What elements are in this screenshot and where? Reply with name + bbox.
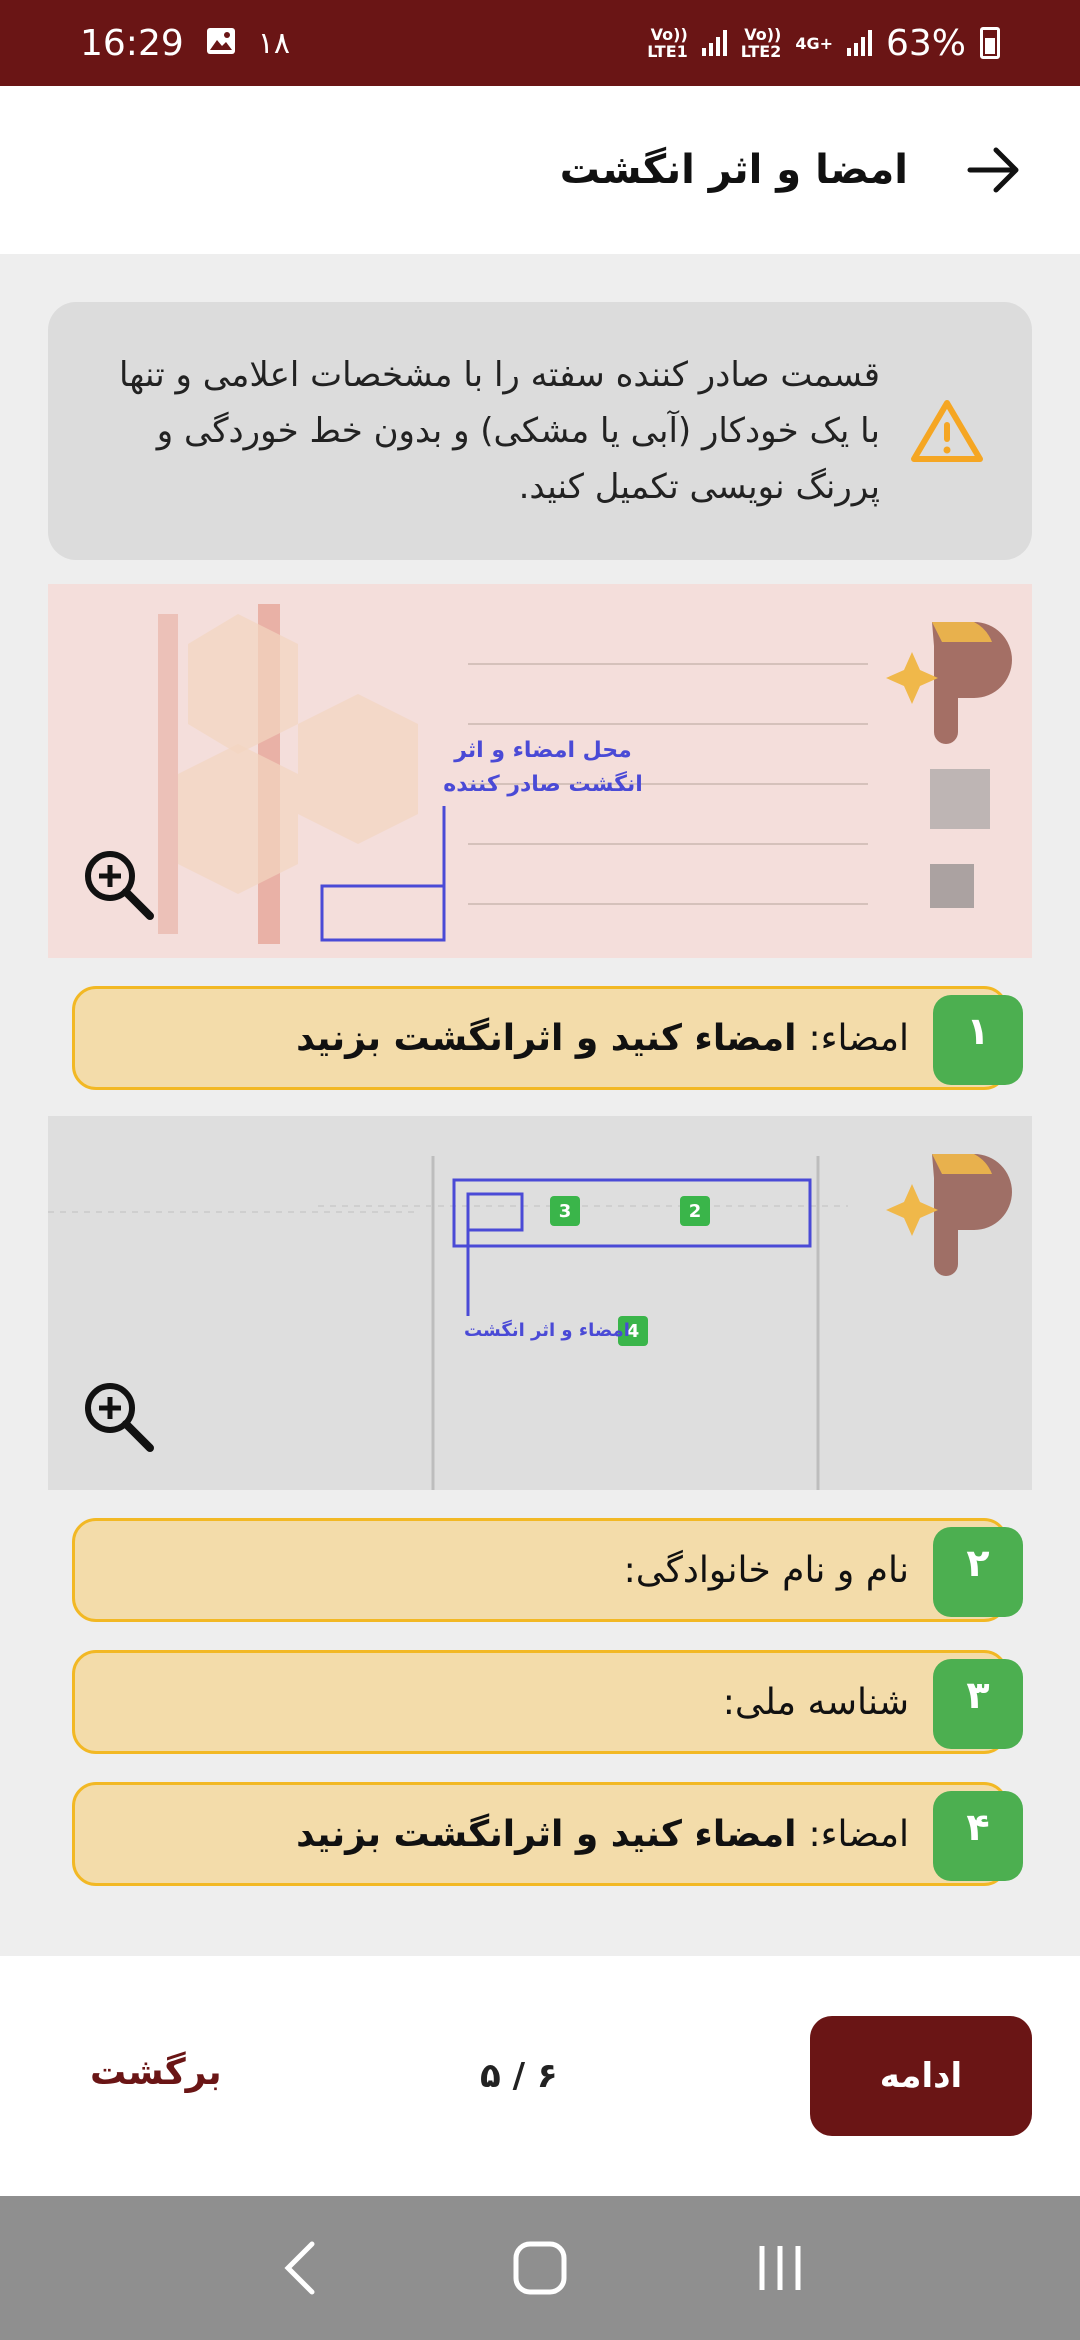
step-row-2: ۲ نام و نام خانوادگی: xyxy=(72,1518,1023,1622)
status-right: Vo)) LTE1 Vo)) LTE2 4G+ 63% xyxy=(647,23,1000,64)
step-row-1: ۱ امضاء: امضاء کنید و اثرانگشت بزنید xyxy=(72,986,1023,1090)
notification-count: ۱۸ xyxy=(257,25,290,61)
status-left: 16:29 ۱۸ xyxy=(80,23,290,64)
page-indicator: ۶ / ۵ xyxy=(480,2056,558,2096)
signature-fingerprint-label: امضاء و اثر انگشت xyxy=(464,1320,630,1341)
app-header: امضا و اثر انگشت xyxy=(0,86,1080,254)
signature-location-label: محل امضاء و اثر انگشت صادر کننده xyxy=(443,738,643,797)
step-label: امضاء: xyxy=(808,1813,909,1855)
warning-text: قسمت صادر کننده سفته را با مشخصات اعلامی… xyxy=(119,355,880,507)
identity-section-image[interactable]: 2 3 4 امضاء و اثر انگشت xyxy=(48,1116,1032,1490)
annotation-badge-2: 2 xyxy=(680,1196,710,1226)
status-bar: 16:29 ۱۸ Vo)) LTE1 Vo)) LTE2 4G+ 63% xyxy=(0,0,1080,86)
page-title: امضا و اثر انگشت xyxy=(559,147,908,193)
signal-icon xyxy=(846,30,872,56)
brand-logo xyxy=(882,1134,1012,1284)
gallery-icon xyxy=(206,23,236,64)
zoom-in-icon[interactable] xyxy=(80,846,156,922)
step-label: امضاء: xyxy=(808,1017,909,1059)
continue-button[interactable]: ادامه xyxy=(810,2016,1032,2136)
brand-logo xyxy=(882,602,1012,752)
warning-box: قسمت صادر کننده سفته را با مشخصات اعلامی… xyxy=(48,302,1032,560)
back-arrow-icon[interactable] xyxy=(962,138,1026,202)
step-text: شناسه ملی: xyxy=(723,1653,909,1751)
step-row-3: ۳ شناسه ملی: xyxy=(72,1650,1023,1754)
step-number-badge: ۱ xyxy=(933,995,1023,1085)
battery-percent: 63% xyxy=(885,22,966,64)
nav-back-icon[interactable] xyxy=(260,2228,340,2308)
annotation-badge-3: 3 xyxy=(550,1196,580,1226)
step-value: امضاء کنید و اثرانگشت بزنید xyxy=(296,1813,797,1855)
bottom-action-bar: ادامه ۶ / ۵ برگشت xyxy=(0,1956,1080,2196)
system-nav-bar xyxy=(0,2196,1080,2340)
nav-home-icon[interactable] xyxy=(500,2228,580,2308)
step-row-4: ۴ امضاء: امضاء کنید و اثرانگشت بزنید xyxy=(72,1782,1023,1886)
promissory-note-image[interactable]: محل امضاء و اثر انگشت صادر کننده xyxy=(48,584,1032,958)
sim2-label: Vo)) LTE2 xyxy=(740,25,782,61)
step-value: امضاء کنید و اثرانگشت بزنید xyxy=(296,1017,797,1059)
step-number-badge: ۳ xyxy=(933,1659,1023,1749)
status-time: 16:29 xyxy=(80,22,184,64)
step-text: نام و نام خانوادگی: xyxy=(624,1521,909,1619)
step-text: امضاء: امضاء کنید و اثرانگشت بزنید xyxy=(296,1785,909,1883)
step-text: امضاء: امضاء کنید و اثرانگشت بزنید xyxy=(296,989,909,1087)
zoom-in-icon[interactable] xyxy=(80,1378,156,1454)
battery-icon xyxy=(980,27,1000,59)
network-type: 4G+ xyxy=(795,33,833,53)
warning-icon xyxy=(910,398,984,464)
step-number-badge: ۴ xyxy=(933,1791,1023,1881)
sim1-label: Vo)) LTE1 xyxy=(647,25,688,61)
step-label: شناسه ملی: xyxy=(722,1681,909,1723)
back-button[interactable]: برگشت xyxy=(90,2052,222,2093)
signal-icon xyxy=(701,30,727,56)
step-number-badge: ۲ xyxy=(933,1527,1023,1617)
step-label: نام و نام خانوادگی: xyxy=(623,1549,909,1591)
nav-recents-icon[interactable] xyxy=(740,2228,820,2308)
